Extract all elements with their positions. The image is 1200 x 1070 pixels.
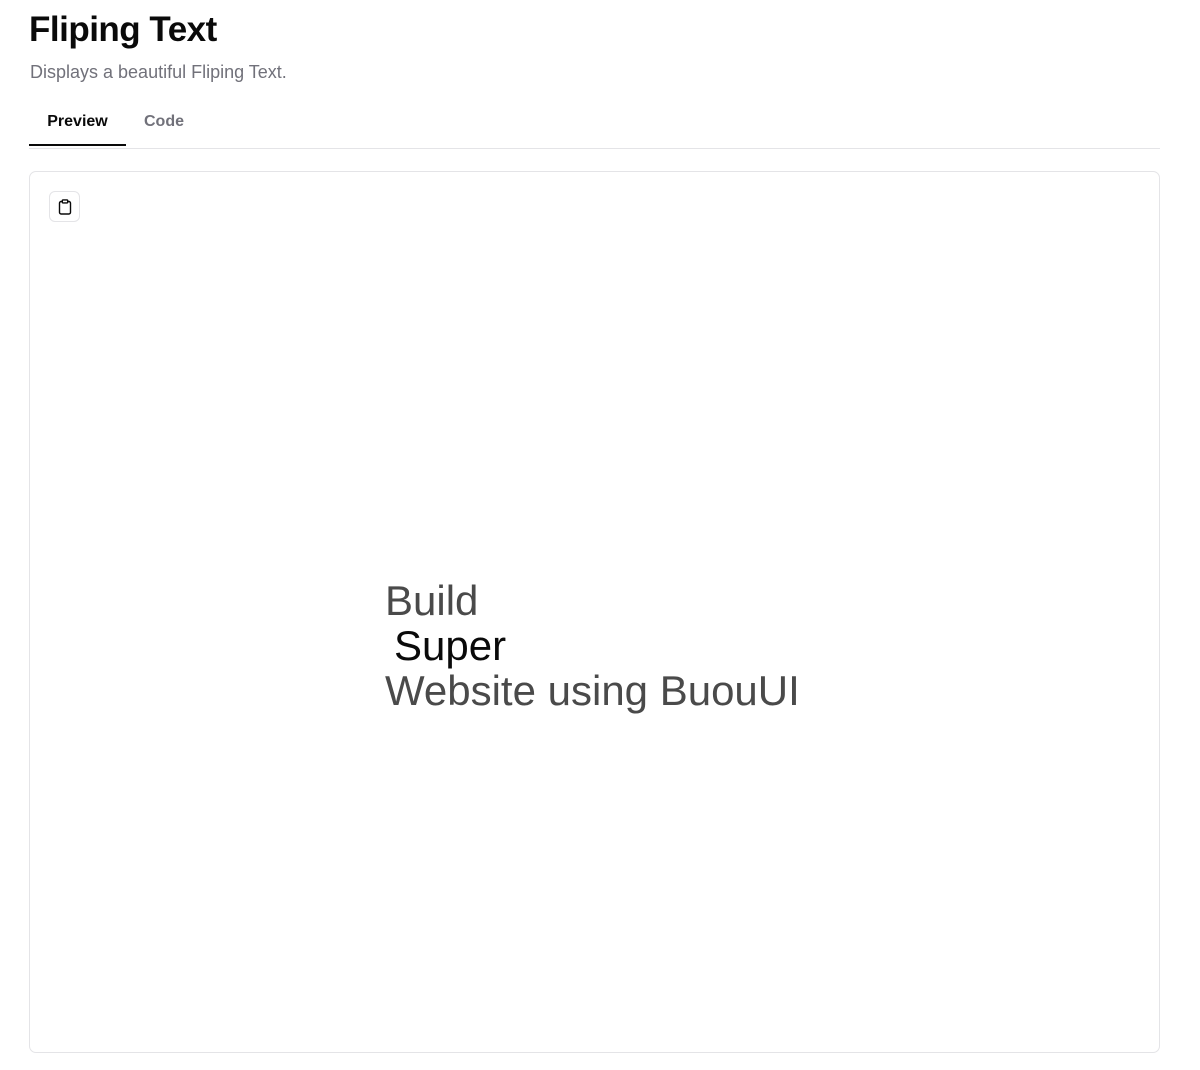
flip-text-before: Build xyxy=(385,577,479,624)
preview-panel: Build Super Website using BuouUI xyxy=(29,171,1160,1053)
tab-code[interactable]: Code xyxy=(126,100,202,146)
tab-bar: Preview Code xyxy=(29,100,1160,149)
fliping-text: Build Super Website using BuouUI xyxy=(385,578,800,713)
page-title: Fliping Text xyxy=(29,10,217,49)
tab-preview[interactable]: Preview xyxy=(29,100,126,146)
flip-word: Super xyxy=(394,622,507,669)
page: Fliping Text Displays a beautiful Flipin… xyxy=(0,0,1200,1070)
clipboard-icon xyxy=(58,198,72,215)
copy-button[interactable] xyxy=(49,191,80,222)
page-subtitle: Displays a beautiful Fliping Text. xyxy=(30,62,287,82)
flip-text-after: Website using BuouUI xyxy=(385,667,800,714)
